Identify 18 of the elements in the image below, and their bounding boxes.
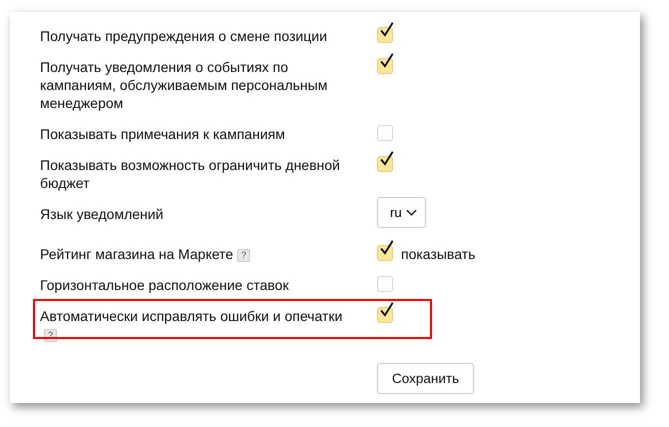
- chevron-down-icon: [406, 208, 417, 216]
- setting-label: Рейтинг магазина на Маркете: [40, 246, 234, 262]
- checkbox[interactable]: [377, 53, 395, 74]
- setting-label: Показывать возможность ограничить дневной бюджет: [40, 157, 340, 191]
- checkbox[interactable]: [377, 302, 395, 323]
- setting-label: Автоматически исправлять ошибки и опечатки: [40, 308, 342, 324]
- save-button[interactable]: Сохранить: [377, 363, 474, 394]
- language-select[interactable]: ru: [377, 197, 426, 228]
- setting-label: Показывать примечания к кампаниям: [40, 126, 285, 142]
- setting-label: Язык уведомлений: [40, 206, 164, 222]
- help-icon[interactable]: ?: [237, 249, 250, 262]
- setting-label: Горизонтальное расположение ставок: [40, 277, 289, 293]
- checkbox[interactable]: [377, 22, 395, 43]
- checkbox[interactable]: [377, 151, 395, 172]
- setting-label: Получать уведомления о событиях по кампаниям, обслуживаемым персональным менеджером: [40, 59, 328, 111]
- setting-label: Получать предупреждения о смене позиции: [40, 28, 328, 44]
- checkbox[interactable]: [377, 240, 395, 261]
- checkbox-label: показывать: [401, 245, 476, 263]
